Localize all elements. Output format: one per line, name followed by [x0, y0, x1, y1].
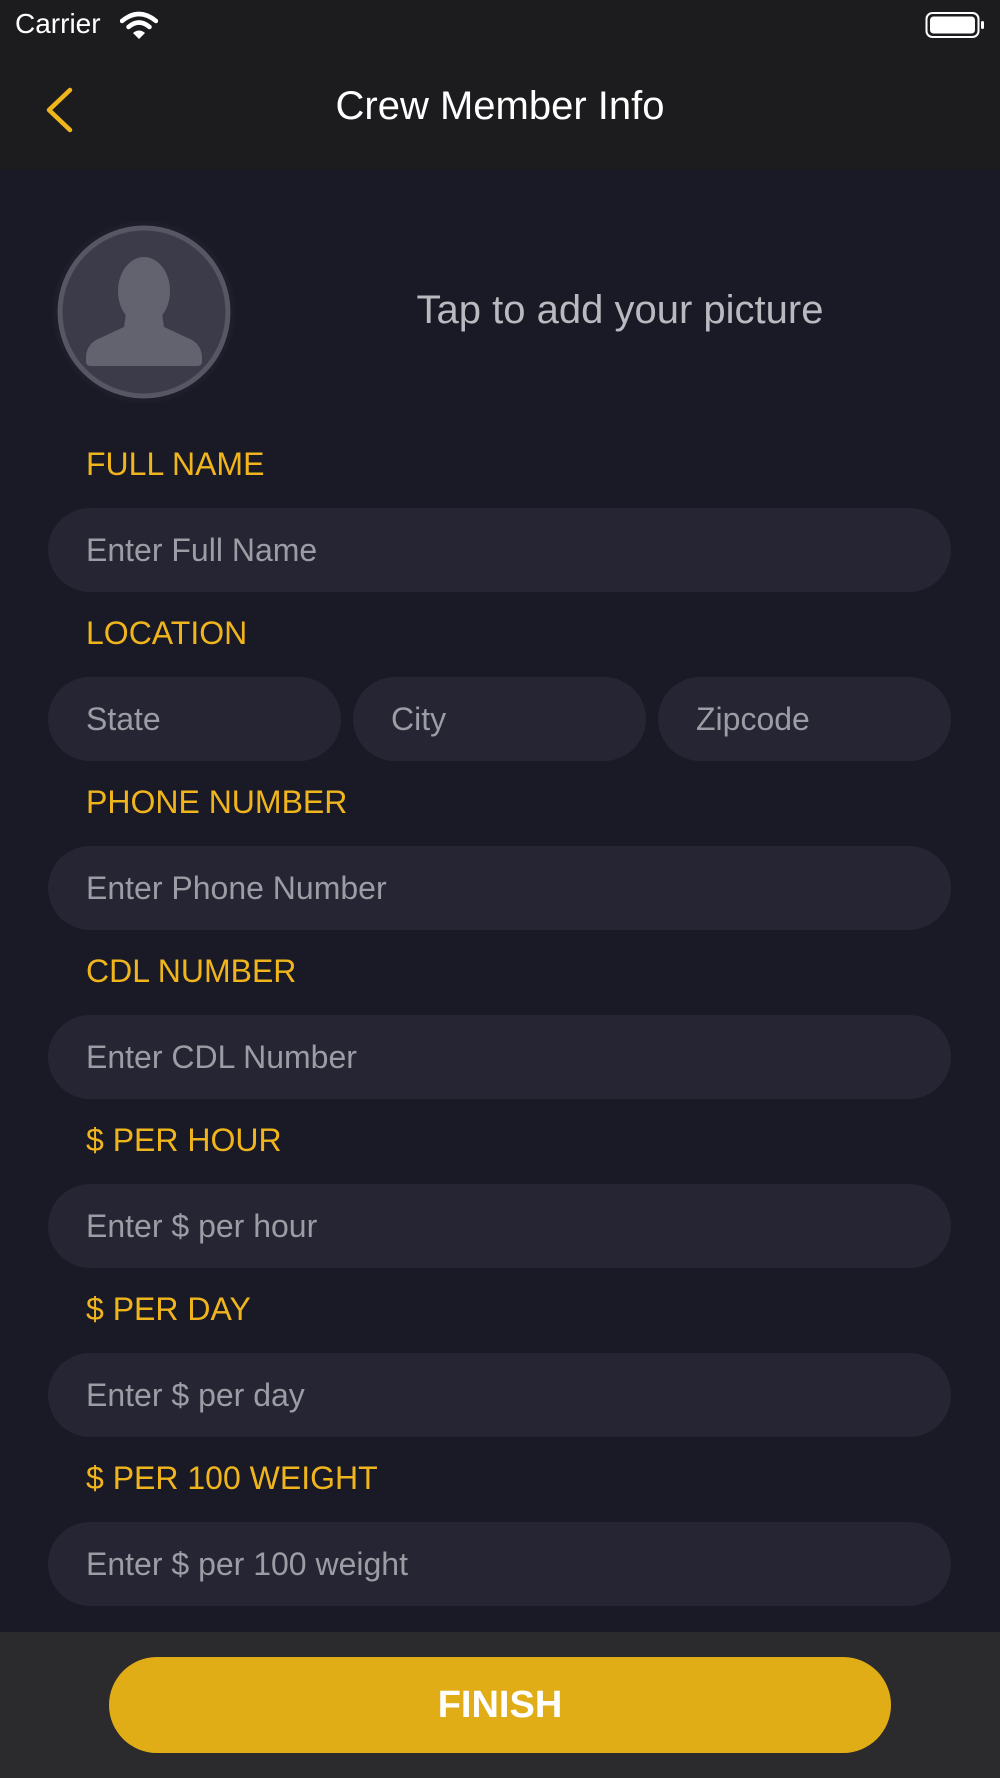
per-100-weight-input[interactable]	[48, 1522, 951, 1606]
add-picture-label[interactable]: Tap to add your picture	[350, 288, 890, 333]
per-hour-label: $ PER HOUR	[86, 1122, 282, 1158]
full-name-input[interactable]	[48, 508, 951, 592]
per-hour-input[interactable]	[48, 1184, 951, 1268]
per-day-input[interactable]	[48, 1353, 951, 1437]
avatar-picker[interactable]	[52, 220, 236, 404]
city-input[interactable]	[353, 677, 646, 761]
per-day-label: $ PER DAY	[86, 1291, 251, 1327]
state-input[interactable]	[48, 677, 341, 761]
carrier-label: Carrier	[15, 8, 101, 39]
page-title: Crew Member Info	[335, 84, 665, 128]
nav-bar: Crew Member Info	[0, 50, 1000, 170]
phone-number-input[interactable]	[48, 846, 951, 930]
location-label: LOCATION	[86, 615, 248, 651]
phone-number-label: PHONE NUMBER	[86, 784, 348, 820]
status-bar: Carrier	[0, 0, 1000, 50]
per-100-weight-label: $ PER 100 WEIGHT	[86, 1460, 378, 1496]
bottom-bar: FINISH	[0, 1632, 1000, 1778]
cdl-number-label: CDL NUMBER	[86, 953, 297, 989]
cdl-number-input[interactable]	[48, 1015, 951, 1099]
finish-button[interactable]: FINISH	[109, 1657, 891, 1753]
full-name-label: FULL NAME	[86, 446, 265, 482]
wifi-icon	[120, 11, 158, 39]
zipcode-input[interactable]	[658, 677, 951, 761]
battery-icon	[925, 12, 984, 38]
